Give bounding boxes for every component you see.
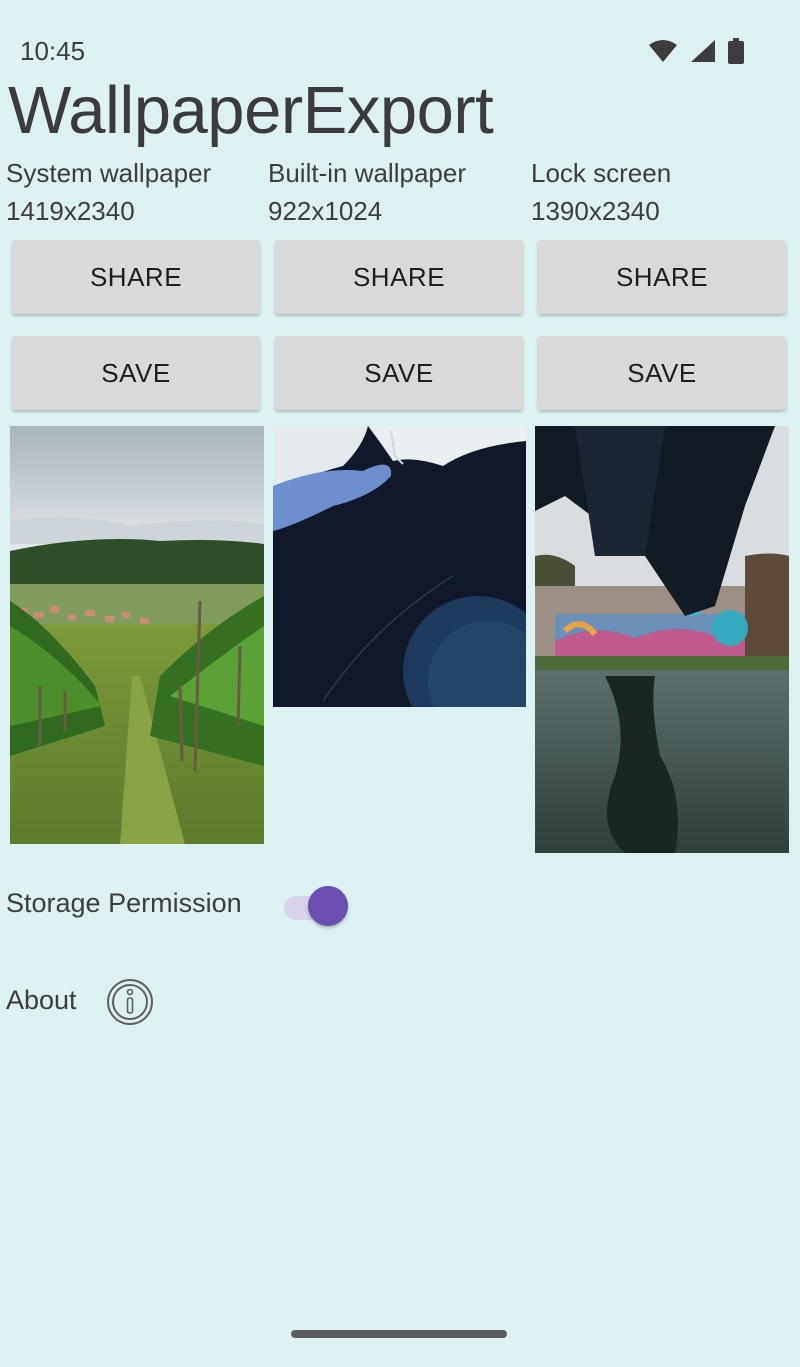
builtin-wallpaper-save-button[interactable]: SAVE — [275, 336, 523, 410]
builtin-wallpaper-image — [273, 426, 526, 707]
lock-screen-label: Lock screen — [531, 158, 672, 188]
lock-screen-share-button[interactable]: SHARE — [538, 240, 786, 314]
builtin-wallpaper-size: 922x1024 — [268, 196, 383, 226]
info-icon[interactable] — [106, 978, 154, 1031]
system-wallpaper-size: 1419x2340 — [6, 196, 135, 226]
builtin-wallpaper-share-button[interactable]: SHARE — [275, 240, 523, 314]
storage-permission-label: Storage Permission — [6, 888, 242, 918]
system-wallpaper-image — [10, 426, 264, 844]
signal-icon — [691, 40, 715, 62]
about-label: About — [6, 985, 77, 1015]
system-wallpaper-label: System wallpaper — [6, 158, 212, 188]
switch-thumb — [308, 886, 348, 926]
lock-screen-image — [535, 426, 789, 853]
status-time: 10:45 — [20, 36, 86, 66]
storage-permission-switch[interactable] — [284, 884, 350, 928]
builtin-wallpaper-label: Built-in wallpaper — [268, 158, 466, 188]
home-indicator[interactable] — [291, 1330, 507, 1338]
status-icons — [648, 38, 744, 64]
battery-icon — [728, 38, 744, 64]
lock-screen-size: 1390x2340 — [531, 196, 660, 226]
lock-screen-save-button[interactable]: SAVE — [538, 336, 786, 410]
system-wallpaper-save-button[interactable]: SAVE — [12, 336, 260, 410]
app-title: WallpaperExport — [8, 73, 494, 148]
wifi-icon — [649, 40, 677, 62]
system-wallpaper-share-button[interactable]: SHARE — [12, 240, 260, 314]
